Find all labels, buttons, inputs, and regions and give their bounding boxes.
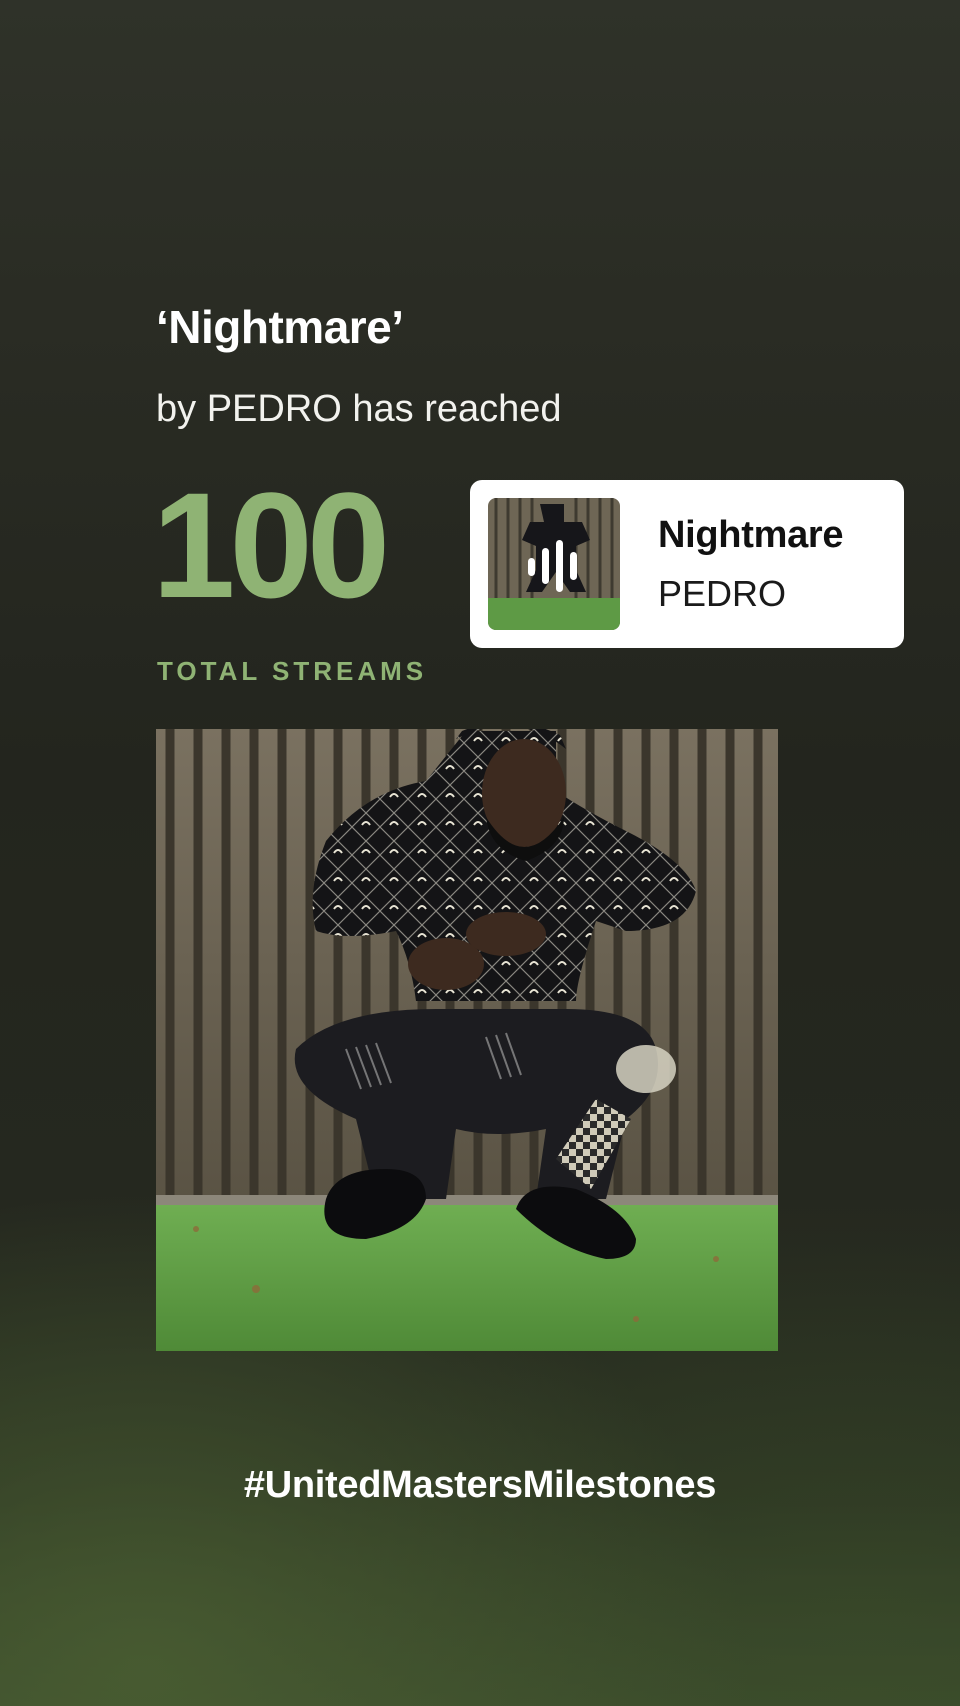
track-thumbnail (488, 498, 620, 630)
stream-count: 100 (152, 461, 390, 629)
hashtag: #UnitedMastersMilestones (243, 1464, 717, 1506)
audio-waveform-icon (528, 540, 577, 592)
track-artist: PEDRO (658, 573, 787, 614)
cover-art (156, 729, 778, 1351)
stream-count-label: TOTAL STREAMS (157, 656, 428, 686)
song-title: ‘Nightmare’ (156, 301, 404, 353)
milestone-subtitle: by PEDRO has reached (156, 388, 562, 430)
track-name: Nightmare (658, 514, 844, 556)
track-card[interactable]: Nightmare PEDRO (470, 480, 904, 648)
